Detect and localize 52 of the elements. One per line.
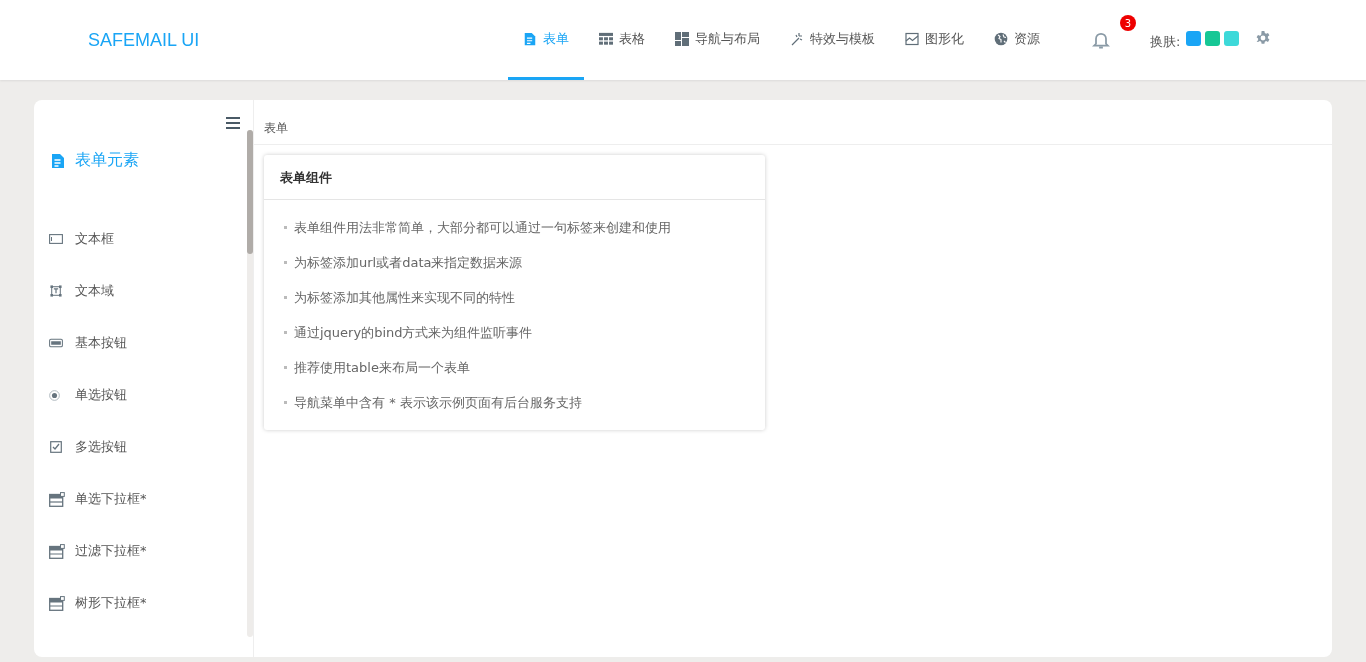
document-icon <box>523 31 537 46</box>
document-icon <box>51 152 65 169</box>
brand-title: SAFEMAIL UI <box>88 29 201 51</box>
sidebar-item[interactable]: 树形下拉框* <box>34 577 147 629</box>
menu-icon[interactable] <box>225 116 241 130</box>
wand-icon <box>790 31 804 46</box>
bullet-icon <box>284 226 287 229</box>
bullet-icon <box>284 401 287 404</box>
nav-tab[interactable]: 特效与模板 <box>775 0 890 80</box>
nav-tab[interactable]: 导航与布局 <box>660 0 775 80</box>
card-title: 表单组件 <box>264 155 765 200</box>
list-text: 推荐使用table来布局一个表单 <box>294 358 470 377</box>
input-box-icon <box>49 233 63 245</box>
settings-icon[interactable] <box>1255 29 1272 46</box>
bullet-icon <box>284 331 287 334</box>
checkbox-icon <box>49 441 63 453</box>
bullet-icon <box>284 261 287 264</box>
text-frame-icon <box>49 285 63 297</box>
skin-label: 换肤: <box>1150 33 1181 51</box>
button-shape-icon <box>49 337 63 349</box>
sidebar-item[interactable]: 基本按钮 <box>34 317 127 369</box>
theme-swatch[interactable] <box>1224 30 1240 46</box>
bullet-icon <box>284 296 287 299</box>
theme-swatch[interactable] <box>1186 30 1202 46</box>
sidebar-item[interactable]: 文本域 <box>34 265 114 317</box>
list-text: 通过jquery的bind方式来为组件监听事件 <box>294 323 533 342</box>
list-text: 表单组件用法非常简单，大部分都可以通过一句标签来创建和使用 <box>294 218 671 237</box>
list-text: 导航菜单中含有 * 表示该示例页面有后台服务支持 <box>294 393 582 412</box>
list-box-icon <box>49 595 65 611</box>
breadcrumb: 表单 <box>264 120 288 137</box>
nav-tab[interactable]: 资源 <box>979 0 1055 80</box>
radio-icon <box>49 389 60 401</box>
layout-icon <box>675 31 689 46</box>
sidebar-item[interactable]: 文本框 <box>34 213 114 265</box>
list-box-icon <box>49 491 65 507</box>
sidebar-item[interactable]: 过滤下拉框* <box>34 525 147 577</box>
list-box-icon <box>49 543 65 559</box>
picture-icon <box>905 31 919 46</box>
sidebar-item[interactable]: 单选下拉框* <box>34 473 147 525</box>
sidebar-item[interactable]: 多选按钮 <box>34 421 127 473</box>
list-text: 为标签添加其他属性来实现不同的特性 <box>294 288 515 307</box>
grid-icon <box>599 31 613 46</box>
bell-icon[interactable] <box>1091 30 1111 50</box>
nav-tab[interactable]: 表格 <box>584 0 660 80</box>
theme-swatch[interactable] <box>1205 30 1221 46</box>
sidebar-item[interactable]: 单选按钮 <box>34 369 127 421</box>
scrollbar[interactable] <box>247 130 253 637</box>
bullet-icon <box>284 366 287 369</box>
globe-icon <box>994 31 1008 46</box>
list-text: 为标签添加url或者data来指定数据来源 <box>294 253 523 272</box>
nav-tab[interactable]: 图形化 <box>890 0 979 80</box>
notification-badge: 3 <box>1120 15 1136 31</box>
